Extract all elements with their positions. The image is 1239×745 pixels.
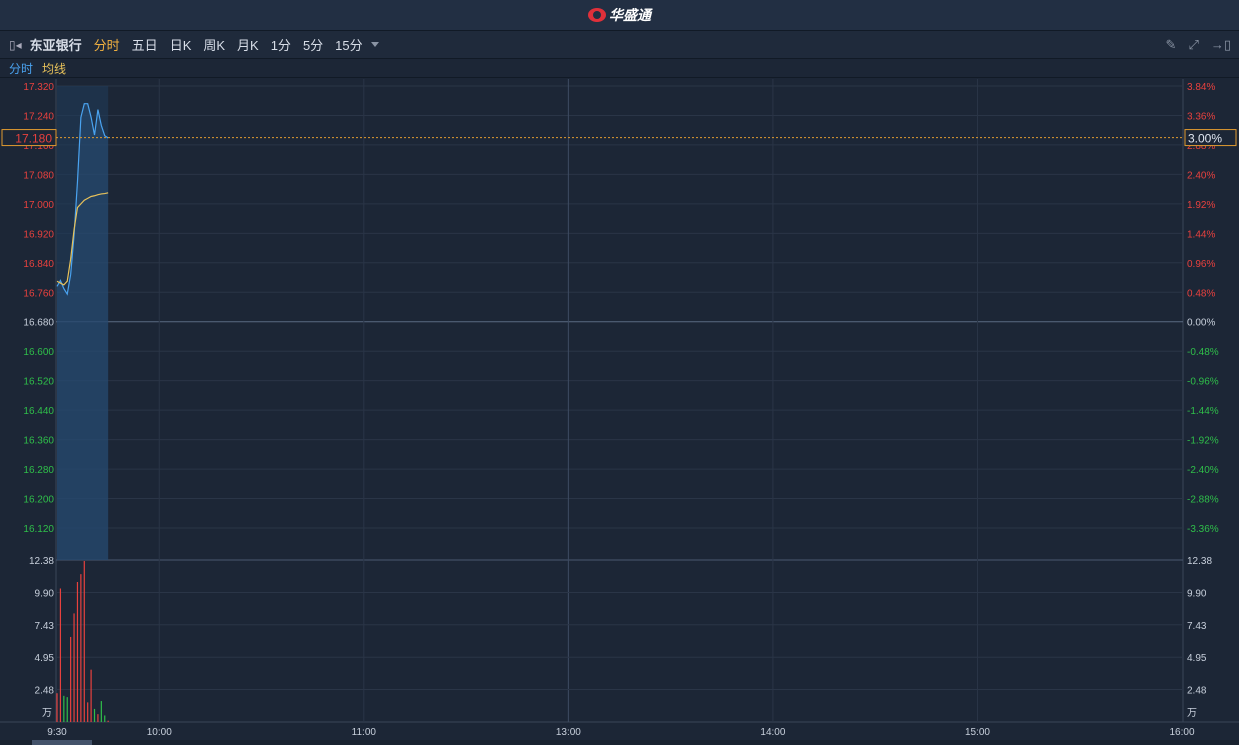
time-scrollbar[interactable]	[0, 740, 1239, 745]
pct-tick-label: 0.96%	[1187, 259, 1215, 270]
pct-tick-label: 0.00%	[1187, 318, 1215, 329]
current-pct-label: 3.00%	[1188, 132, 1222, 146]
price-tick-label: 17.080	[23, 170, 54, 181]
volume-tick-label: 9.90	[35, 588, 55, 599]
pct-tick-label: 3.36%	[1187, 111, 1215, 122]
volume-unit-right: 万	[1187, 708, 1197, 719]
price-tick-label: 16.920	[23, 229, 54, 240]
time-tick-label: 11:00	[352, 727, 377, 738]
volume-tick-label: 7.43	[35, 621, 55, 632]
price-tick-label: 16.280	[23, 465, 54, 476]
pct-tick-label: 0.48%	[1187, 288, 1215, 299]
price-tick-label: 16.360	[23, 436, 54, 447]
pct-tick-label: 1.92%	[1187, 200, 1215, 211]
volume-tick-label: 2.48	[35, 686, 55, 697]
current-price-label: 17.180	[15, 132, 52, 146]
time-tick-label: 15:00	[965, 727, 990, 738]
pct-tick-label: 1.44%	[1187, 229, 1215, 240]
pct-tick-label: -2.40%	[1187, 465, 1219, 476]
pct-tick-label: -3.36%	[1187, 524, 1219, 535]
pct-tick-label: 2.40%	[1187, 170, 1215, 181]
volume-tick-label-right: 2.48	[1187, 686, 1207, 697]
volume-tick-label-right: 9.90	[1187, 588, 1207, 599]
time-tick-label: 14:00	[760, 727, 785, 738]
pct-tick-label: -1.44%	[1187, 406, 1219, 417]
time-tick-label: 13:00	[556, 727, 581, 738]
volume-unit: 万	[42, 708, 52, 719]
price-tick-label: 16.200	[23, 495, 54, 506]
volume-tick-label: 12.38	[29, 556, 54, 567]
price-tick-label: 17.000	[23, 200, 54, 211]
volume-tick-label-right: 7.43	[1187, 621, 1207, 632]
intraday-chart[interactable]: 17.320 3.84%17.240 3.36%17.160 2.88%17.080 2…	[0, 0, 1239, 740]
scrollbar-thumb[interactable]	[32, 740, 92, 745]
volume-tick-label-right: 4.95	[1187, 653, 1207, 664]
price-tick-label: 17.320	[23, 82, 54, 93]
pct-tick-label: -0.96%	[1187, 377, 1219, 388]
time-tick-label: 9:30	[47, 727, 67, 738]
volume-tick-label-right: 12.38	[1187, 556, 1212, 567]
time-tick-label: 10:00	[147, 727, 172, 738]
price-tick-label: 16.680	[23, 318, 54, 329]
price-tick-label: 16.840	[23, 259, 54, 270]
price-tick-label: 16.760	[23, 288, 54, 299]
time-tick-label: 16:00	[1169, 727, 1194, 738]
pct-tick-label: -0.48%	[1187, 347, 1219, 358]
price-tick-label: 17.240	[23, 111, 54, 122]
pct-tick-label: -2.88%	[1187, 495, 1219, 506]
price-tick-label: 16.120	[23, 524, 54, 535]
volume-tick-label: 4.95	[35, 653, 55, 664]
price-tick-label: 16.520	[23, 377, 54, 388]
price-tick-label: 16.440	[23, 406, 54, 417]
pct-tick-label: -1.92%	[1187, 436, 1219, 447]
pct-tick-label: 3.84%	[1187, 82, 1215, 93]
price-tick-label: 16.600	[23, 347, 54, 358]
